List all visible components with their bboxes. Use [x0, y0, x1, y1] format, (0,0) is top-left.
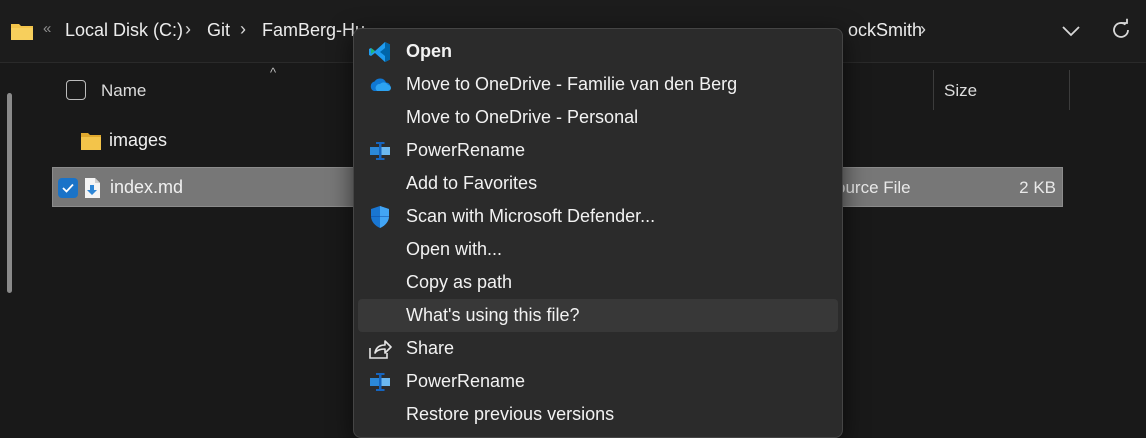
vertical-scrollbar[interactable]: [7, 93, 12, 293]
file-name: index.md: [110, 177, 184, 197]
select-all-checkbox[interactable]: [66, 80, 86, 100]
share-icon: [369, 340, 392, 359]
breadcrumb-famberg[interactable]: FamBerg-Hu: [262, 20, 365, 41]
vscode-icon: [369, 42, 390, 62]
menu-item-powerrename[interactable]: PowerRename: [358, 134, 838, 167]
breadcrumb-separator[interactable]: ›: [920, 19, 926, 40]
breadcrumb-local-disk[interactable]: Local Disk (C:): [65, 20, 183, 41]
file-type: ource File: [836, 178, 911, 197]
menu-item-label: Restore previous versions: [406, 404, 615, 424]
folder-icon: [11, 24, 33, 40]
breadcrumb-separator[interactable]: ›: [185, 19, 191, 40]
menu-item-label: PowerRename: [406, 140, 526, 160]
menu-item-restore-previous-versions[interactable]: Restore previous versions: [358, 398, 838, 431]
menu-item-label: Share: [406, 338, 455, 358]
context-menu[interactable]: Open Move to OneDrive - Familie van den …: [353, 28, 843, 438]
column-divider[interactable]: [933, 70, 934, 110]
menu-item-add-to-favorites[interactable]: Add to Favorites: [358, 167, 838, 200]
defender-shield-icon: [371, 206, 389, 228]
file-size: 2 KB: [1019, 178, 1056, 197]
powerrename-icon: [370, 142, 390, 160]
breadcrumb-overflow-chevron[interactable]: «: [43, 20, 51, 37]
menu-item-label: PowerRename: [406, 371, 526, 391]
chevron-down-icon[interactable]: [1060, 20, 1082, 42]
menu-item-label: Scan with Microsoft Defender...: [406, 206, 656, 226]
onedrive-icon: [370, 78, 391, 91]
column-header-size[interactable]: Size: [944, 81, 977, 101]
menu-item-open-with[interactable]: Open with...: [358, 233, 838, 266]
row-checkbox[interactable]: [58, 178, 78, 198]
menu-item-label: Move to OneDrive - Personal: [406, 107, 639, 127]
menu-item-open[interactable]: Open: [358, 35, 838, 68]
breadcrumb-separator[interactable]: ›: [240, 19, 246, 40]
menu-item-label: Open: [406, 41, 453, 61]
menu-item-powerrename[interactable]: PowerRename: [358, 365, 838, 398]
file-name: images: [109, 130, 168, 150]
column-header-name[interactable]: Name: [101, 81, 146, 101]
menu-item-label: Add to Favorites: [406, 173, 538, 193]
folder-icon: [81, 133, 101, 150]
menu-item-move-to-onedrive-personal[interactable]: Move to OneDrive - Personal: [358, 101, 838, 134]
menu-item-label: Copy as path: [406, 272, 513, 292]
menu-item-copy-as-path[interactable]: Copy as path: [358, 266, 838, 299]
column-divider[interactable]: [1069, 70, 1070, 110]
checkmark-icon: [62, 183, 74, 193]
refresh-icon[interactable]: [1109, 18, 1133, 42]
breadcrumb-locksmith[interactable]: ockSmith: [848, 20, 922, 41]
menu-item-scan-with-defender[interactable]: Scan with Microsoft Defender...: [358, 200, 838, 233]
breadcrumb-git[interactable]: Git: [207, 20, 230, 41]
menu-item-label: Open with...: [406, 239, 503, 259]
menu-item-label: Move to OneDrive - Familie van den Berg: [406, 74, 738, 94]
menu-item-move-to-onedrive-familie[interactable]: Move to OneDrive - Familie van den Berg: [358, 68, 838, 101]
menu-item-share[interactable]: Share: [358, 332, 838, 365]
markdown-file-icon: [85, 178, 100, 198]
menu-item-whats-using-this-file[interactable]: What's using this file?: [358, 299, 838, 332]
sort-ascending-icon: ^: [270, 65, 277, 80]
menu-item-label: What's using this file?: [406, 305, 580, 325]
powerrename-icon: [370, 373, 390, 391]
